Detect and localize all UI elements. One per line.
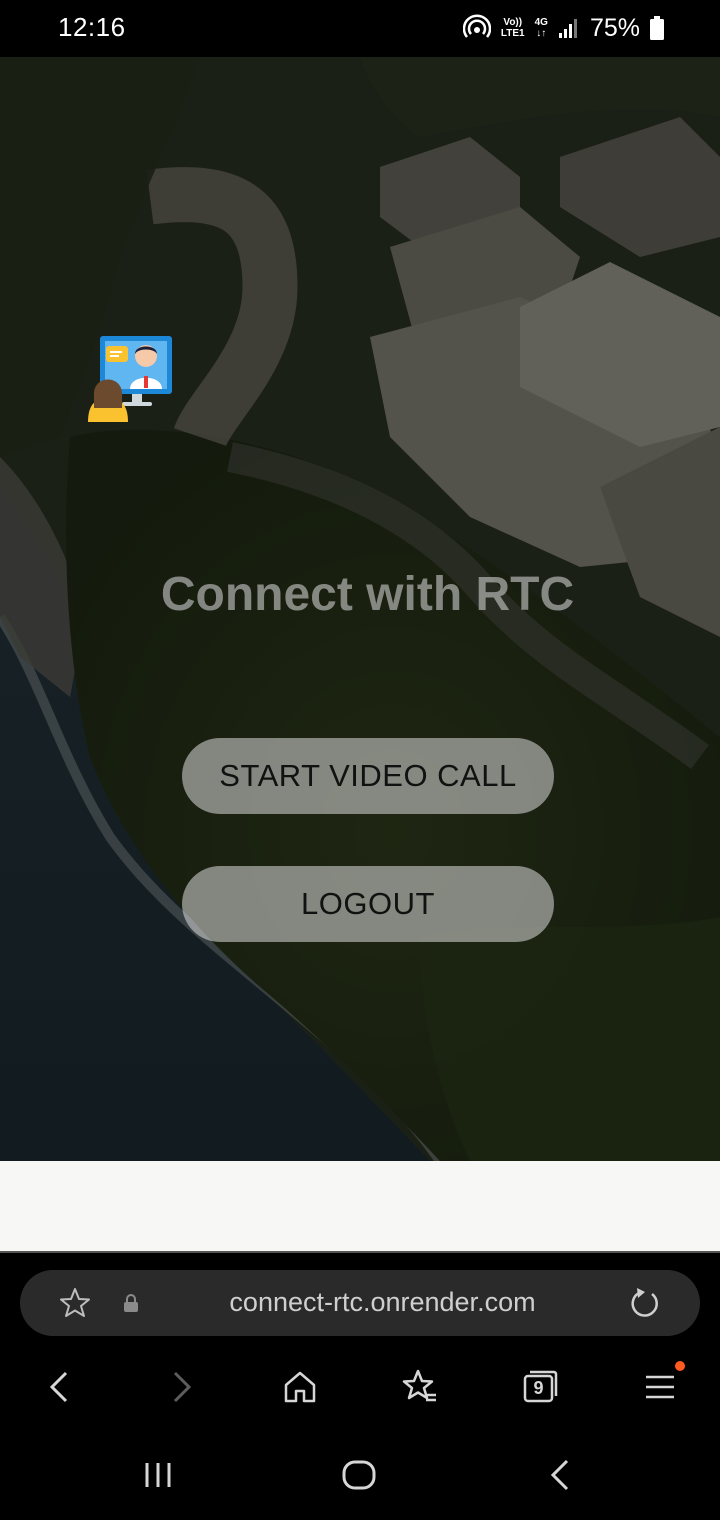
menu-icon xyxy=(646,1375,674,1399)
signal-icon xyxy=(558,19,577,38)
web-page: Connect with RTC START VIDEO CALL LOGOUT xyxy=(0,57,720,1161)
volte-indicator: Vo)) LTE1 xyxy=(501,17,525,39)
menu-button[interactable] xyxy=(640,1361,685,1407)
notification-dot xyxy=(675,1361,685,1371)
home-icon[interactable] xyxy=(280,1367,320,1407)
status-time: 12:16 xyxy=(58,12,126,42)
home-circle-icon[interactable] xyxy=(339,1455,379,1495)
hotspot-icon xyxy=(462,14,491,38)
system-back-icon[interactable] xyxy=(541,1455,581,1495)
status-bar: 12:16 Vo)) LTE1 4G ↓↑ 75% xyxy=(0,0,720,57)
system-navigation-bar xyxy=(0,1423,720,1520)
battery-icon xyxy=(650,16,664,40)
url-text[interactable]: connect-rtc.onrender.com xyxy=(20,1287,720,1318)
tabs-button[interactable]: 9 xyxy=(520,1367,560,1407)
volte-line2: LTE1 xyxy=(500,28,525,39)
tab-count: 9 xyxy=(533,1378,544,1398)
status-icons: Vo)) LTE1 4G ↓↑ 75% xyxy=(462,10,664,46)
browser-nav-row: 9 xyxy=(0,1353,720,1423)
browser-toolbar: connect-rtc.onrender.com 9 xyxy=(0,1253,720,1423)
network-type: 4G ↓↑ xyxy=(535,17,548,39)
video-call-logo-icon xyxy=(88,336,172,422)
bookmarks-icon[interactable] xyxy=(400,1367,440,1407)
network-activity: ↓↑ xyxy=(536,28,547,39)
recents-icon[interactable] xyxy=(139,1455,179,1495)
start-video-call-button[interactable]: START VIDEO CALL xyxy=(182,738,554,814)
address-bar[interactable]: connect-rtc.onrender.com xyxy=(20,1270,700,1336)
page-title: Connect with RTC xyxy=(160,568,575,621)
forward-icon[interactable] xyxy=(161,1367,201,1407)
battery-percentage: 75% xyxy=(589,13,640,42)
network-type-label: 4G xyxy=(534,17,548,28)
volte-line1: Vo)) xyxy=(503,17,523,28)
page-footer-area xyxy=(0,1161,720,1252)
back-icon[interactable] xyxy=(40,1367,80,1407)
reload-icon[interactable] xyxy=(628,1286,662,1320)
logout-button[interactable]: LOGOUT xyxy=(182,866,554,942)
